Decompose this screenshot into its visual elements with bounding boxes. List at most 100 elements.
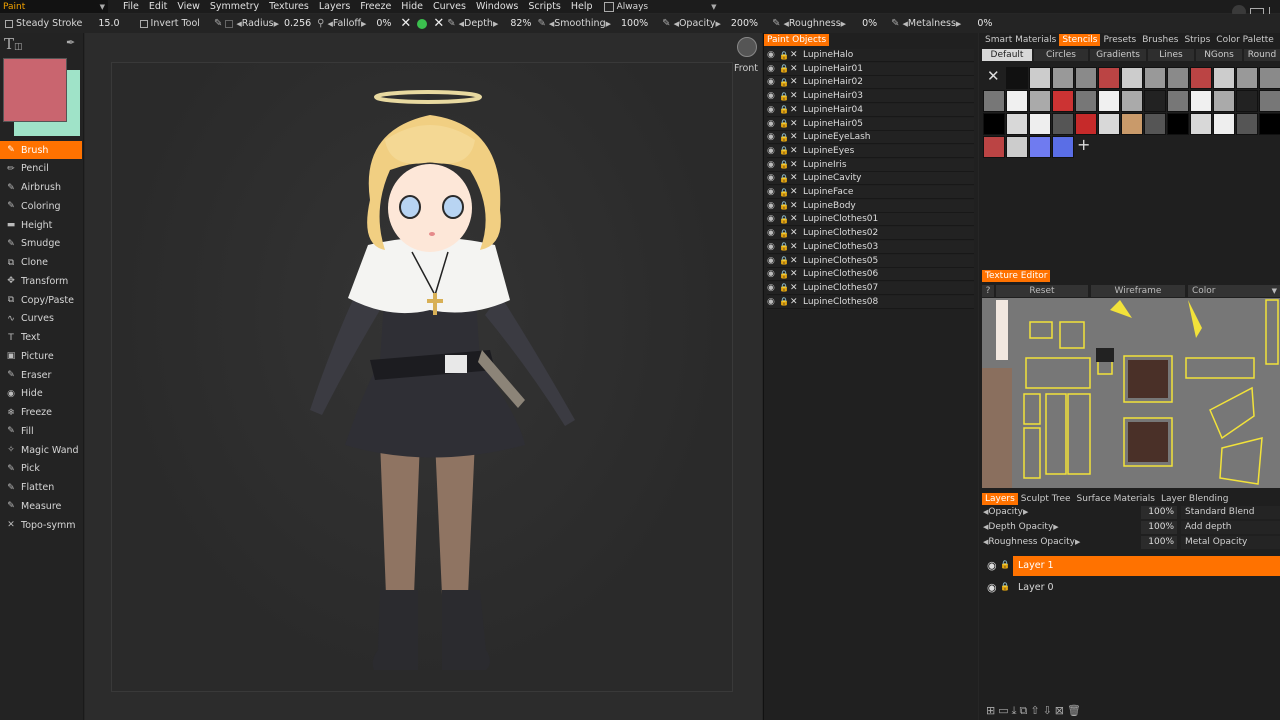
- eye-icon[interactable]: ◉: [987, 581, 997, 594]
- metalness-value[interactable]: 0%: [977, 18, 992, 29]
- falloff-control[interactable]: ⚲ ◀ Falloff ▶ 0%: [317, 18, 391, 29]
- tool-coloring[interactable]: ✎ Coloring: [0, 197, 82, 215]
- close-icon[interactable]: ✕: [790, 50, 803, 60]
- menu-scripts[interactable]: Scripts: [523, 1, 566, 12]
- stencil-tile[interactable]: [1121, 67, 1143, 89]
- add-layer-icon[interactable]: ⊞: [986, 704, 995, 718]
- stencil-tile[interactable]: [1052, 90, 1074, 112]
- close-icon[interactable]: ✕: [790, 160, 803, 170]
- close-icon[interactable]: ✕: [790, 132, 803, 142]
- reset-button[interactable]: Reset: [996, 285, 1088, 297]
- opacity-value[interactable]: 200%: [731, 18, 758, 29]
- steady-stroke-toggle[interactable]: Steady Stroke 15.0: [5, 18, 120, 29]
- object-row[interactable]: ◉ 🔒 ✕ LupineHair05: [767, 117, 974, 131]
- object-row[interactable]: ◉ 🔒 ✕ LupineBody: [767, 199, 974, 213]
- tool-pick[interactable]: ✎ Pick: [0, 460, 82, 478]
- stencil-tile[interactable]: [1006, 113, 1028, 135]
- close-icon[interactable]: ✕: [790, 64, 803, 74]
- stencil-tile[interactable]: [1052, 67, 1074, 89]
- always-checkbox[interactable]: Always ▼: [603, 1, 717, 12]
- menu-file[interactable]: File: [118, 1, 144, 12]
- object-row[interactable]: ◉ 🔒 ✕ LupineHalo: [767, 49, 974, 62]
- object-row[interactable]: ◉ 🔒 ✕ LupineClothes08: [767, 295, 974, 309]
- close-icon[interactable]: ✕: [790, 214, 803, 224]
- tool-height[interactable]: ▬ Height: [0, 216, 82, 234]
- subtab-round[interactable]: Round: [1244, 49, 1280, 61]
- radius-control[interactable]: ✎ ◀ Radius ▶ 0.256: [214, 18, 311, 29]
- import-icon[interactable]: ⤓: [1012, 704, 1017, 718]
- move-down-icon[interactable]: ⇩: [1043, 704, 1052, 718]
- object-row[interactable]: ◉ 🔒 ✕ LupineHair03: [767, 90, 974, 104]
- tool-smudge[interactable]: ✎ Smudge: [0, 235, 82, 253]
- object-row[interactable]: ◉ 🔒 ✕ LupineClothes05: [767, 254, 974, 268]
- stencil-tile[interactable]: [1190, 67, 1212, 89]
- menu-textures[interactable]: Textures: [264, 1, 314, 12]
- foreground-color-swatch[interactable]: [3, 58, 67, 122]
- object-row[interactable]: ◉ 🔒 ✕ LupineClothes06: [767, 268, 974, 282]
- lock-icon[interactable]: 🔒: [779, 297, 790, 306]
- stencil-tile[interactable]: [1144, 90, 1166, 112]
- stencil-tile[interactable]: [1029, 90, 1051, 112]
- lock-icon[interactable]: 🔒: [779, 174, 790, 183]
- close-icon[interactable]: ✕: [790, 283, 803, 293]
- subtab-gradients[interactable]: Gradients: [1090, 49, 1146, 61]
- depth-control[interactable]: ✎ ◀ Depth ▶ 82%: [447, 18, 531, 29]
- stencil-tile[interactable]: [1190, 113, 1212, 135]
- close-icon[interactable]: ✕: [790, 256, 803, 266]
- close-icon[interactable]: ✕: [790, 77, 803, 87]
- stencil-tile[interactable]: [1121, 90, 1143, 112]
- stencil-tile[interactable]: [1006, 67, 1028, 89]
- lock-icon[interactable]: 🔒: [779, 92, 790, 101]
- tab-stencils[interactable]: Stencils: [1059, 34, 1101, 46]
- roughness-value[interactable]: 0%: [862, 18, 877, 29]
- lock-icon[interactable]: 🔒: [779, 201, 790, 210]
- invert-tool-toggle[interactable]: Invert Tool: [139, 18, 200, 29]
- smoothing-value[interactable]: 100%: [621, 18, 648, 29]
- tab-color-palette[interactable]: Color Palette: [1213, 34, 1277, 46]
- stencil-tile[interactable]: [1075, 90, 1097, 112]
- tool-hide[interactable]: ◉ Hide: [0, 385, 82, 403]
- eye-icon[interactable]: ◉: [767, 201, 779, 211]
- close-icon[interactable]: ✕: [790, 105, 803, 115]
- stencil-tile[interactable]: [1098, 90, 1120, 112]
- color-dropdown[interactable]: Color ▼: [1188, 285, 1280, 297]
- eye-icon[interactable]: ◉: [767, 119, 779, 129]
- lock-icon[interactable]: 🔒: [779, 215, 790, 224]
- tab-surface-materials[interactable]: Surface Materials: [1074, 493, 1158, 505]
- depth-value[interactable]: 82%: [510, 18, 531, 29]
- eye-icon[interactable]: ◉: [767, 269, 779, 279]
- tool-fill[interactable]: ✎ Fill: [0, 422, 82, 440]
- close-icon[interactable]: ✕: [790, 187, 803, 197]
- tool-measure[interactable]: ✎ Measure: [0, 497, 82, 515]
- close-icon[interactable]: ✕: [790, 228, 803, 238]
- object-row[interactable]: ◉ 🔒 ✕ LupineHair04: [767, 103, 974, 117]
- object-row[interactable]: ◉ 🔒 ✕ LupineEyes: [767, 144, 974, 158]
- stencil-tile[interactable]: [983, 90, 1005, 112]
- eye-icon[interactable]: ◉: [767, 214, 779, 224]
- radius-value[interactable]: 0.256: [284, 18, 311, 29]
- tab-sculpt-tree[interactable]: Sculpt Tree: [1018, 493, 1074, 505]
- lock-icon[interactable]: 🔒: [779, 105, 790, 114]
- lock-icon[interactable]: 🔒: [779, 64, 790, 73]
- add-stencil-icon[interactable]: +: [1077, 135, 1090, 154]
- eye-icon[interactable]: ◉: [767, 256, 779, 266]
- stencil-tile[interactable]: [1029, 67, 1051, 89]
- lock-icon[interactable]: 🔒: [1000, 582, 1010, 591]
- layer-prop-label[interactable]: ◀Roughness Opacity▶: [983, 536, 1080, 549]
- tool-eraser[interactable]: ✎ Eraser: [0, 366, 82, 384]
- layer-row[interactable]: ◉ 🔒 Layer 1: [983, 556, 1280, 576]
- stencil-tile[interactable]: [1190, 90, 1212, 112]
- tab-texture-editor[interactable]: Texture Editor: [982, 270, 1051, 282]
- stencil-tile[interactable]: [1167, 113, 1189, 135]
- stencil-tile[interactable]: [1167, 90, 1189, 112]
- tab-layers[interactable]: Layers: [982, 493, 1018, 505]
- menu-freeze[interactable]: Freeze: [355, 1, 396, 12]
- green-dot-icon[interactable]: [417, 18, 428, 29]
- menu-edit[interactable]: Edit: [144, 1, 172, 12]
- layer-prop-label[interactable]: ◀Opacity▶: [983, 506, 1028, 519]
- move-up-icon[interactable]: ⇧: [1030, 704, 1039, 718]
- layer-prop-value[interactable]: 100%: [1141, 536, 1177, 549]
- stencil-tile[interactable]: [1144, 113, 1166, 135]
- lock-icon[interactable]: 🔒: [779, 119, 790, 128]
- stencil-tile[interactable]: [1006, 136, 1028, 158]
